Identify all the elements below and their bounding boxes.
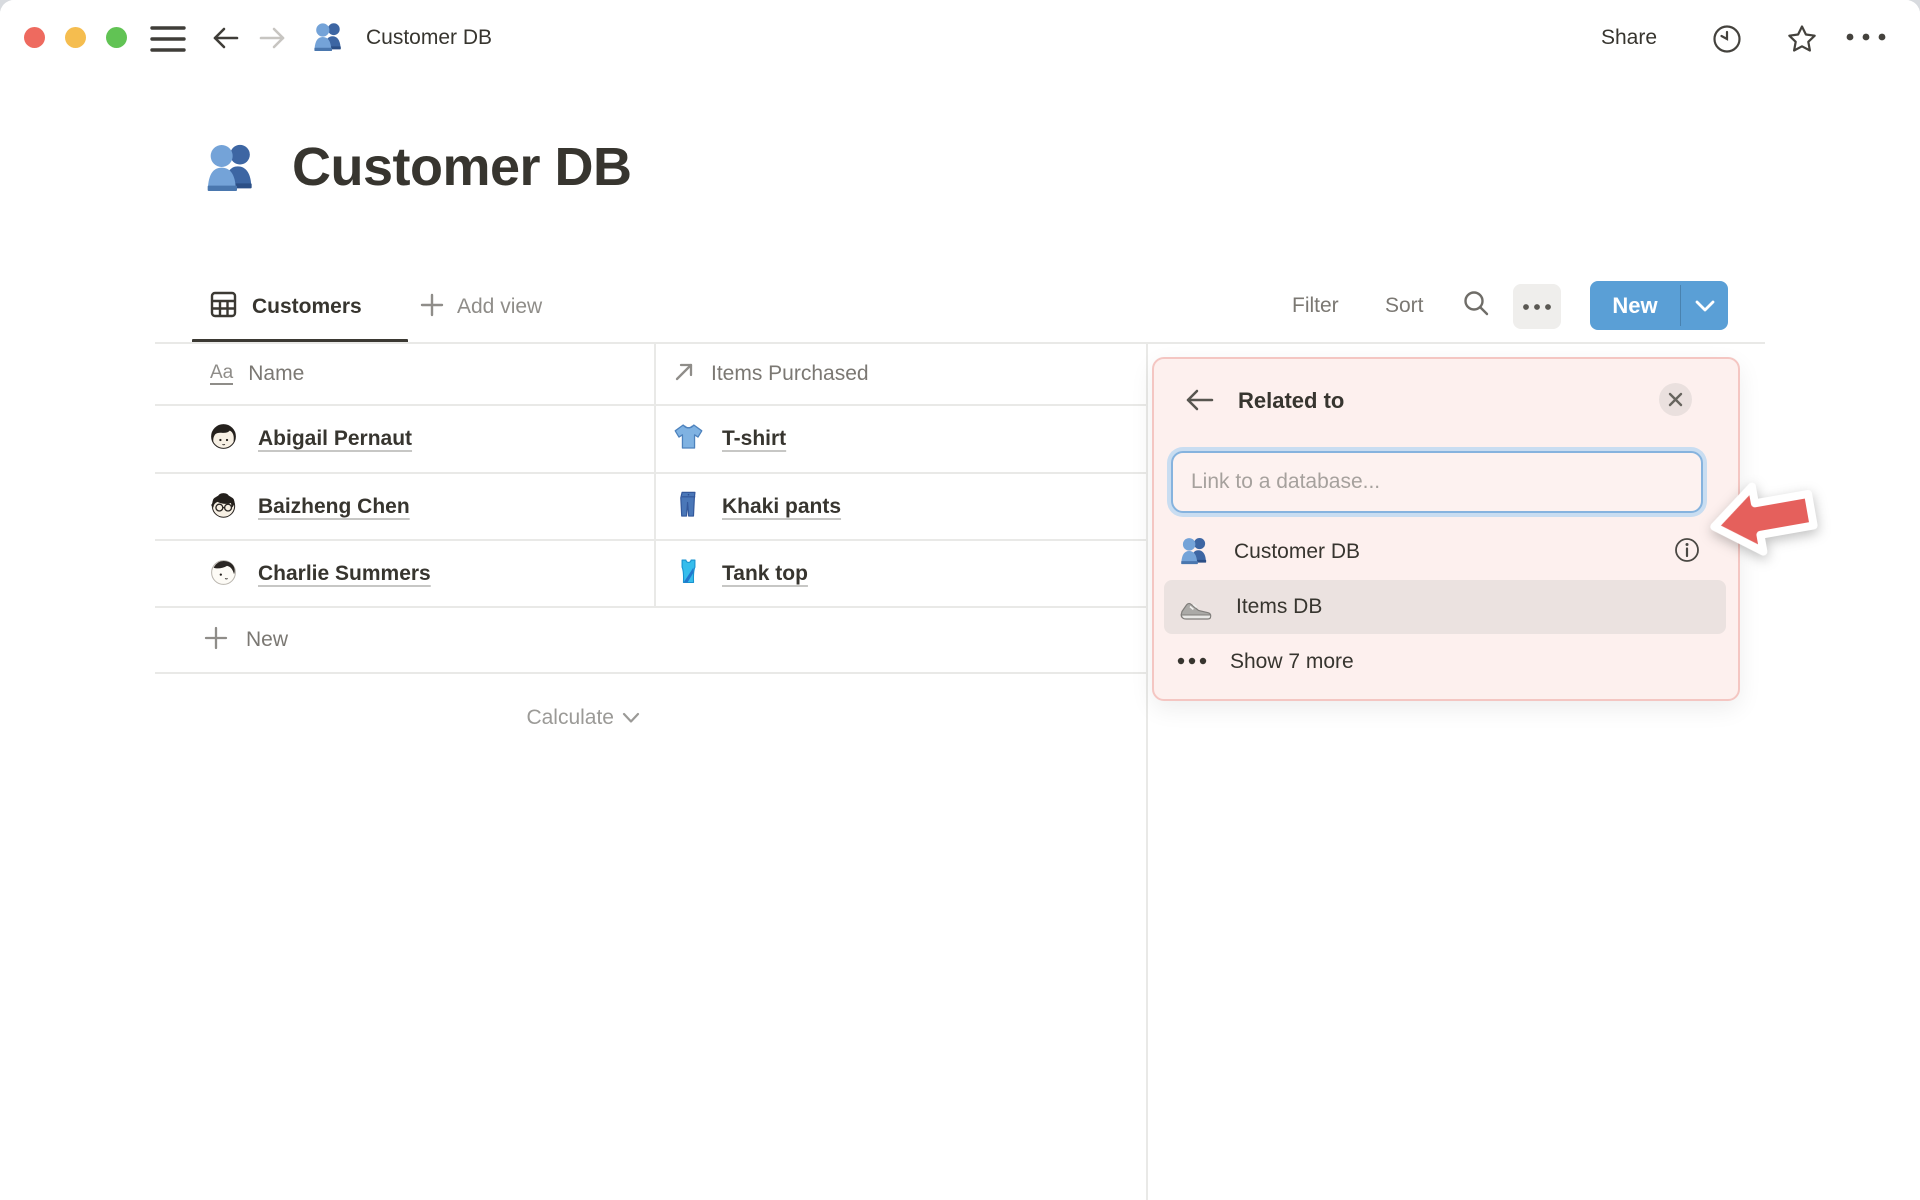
more-options-icon[interactable] <box>1845 32 1887 42</box>
notion-window: Customer DB Share Customer DB Customers … <box>0 0 1920 1200</box>
traffic-zoom-button[interactable] <box>106 27 127 48</box>
breadcrumb-doc-title[interactable]: Customer DB <box>366 26 492 50</box>
title-property-icon: Aa <box>210 362 234 385</box>
add-view-button[interactable]: Add view <box>420 283 542 331</box>
search-icon[interactable] <box>1461 288 1491 318</box>
new-row-button[interactable]: New <box>155 607 1147 673</box>
view-options-button[interactable] <box>1513 284 1561 329</box>
avatar <box>208 556 239 592</box>
new-record-button[interactable]: New <box>1590 281 1728 330</box>
column-header-name[interactable]: Name <box>248 362 304 386</box>
row-border <box>155 672 1147 674</box>
people-icon <box>1178 533 1212 572</box>
back-arrow-icon[interactable] <box>212 24 240 52</box>
table-row[interactable]: Abigail Pernaut T-shirt <box>155 405 1147 473</box>
sort-button[interactable]: Sort <box>1385 294 1424 318</box>
popup-show-more[interactable]: Show 7 more <box>1164 636 1726 688</box>
avatar <box>208 489 239 525</box>
share-button[interactable]: Share <box>1601 26 1657 50</box>
filter-button[interactable]: Filter <box>1292 294 1339 318</box>
items-cell[interactable]: Tank top <box>672 555 808 593</box>
column-header-items[interactable]: Items Purchased <box>672 360 869 389</box>
table-header-row: Aa Name Items Purchased <box>155 343 1147 405</box>
name-cell[interactable]: Abigail Pernaut <box>208 421 412 457</box>
page-icon[interactable] <box>202 136 262 201</box>
tshirt-icon <box>672 420 705 458</box>
page-title[interactable]: Customer DB <box>292 136 632 198</box>
new-button-chevron-icon[interactable] <box>1681 281 1728 330</box>
info-icon[interactable] <box>1674 537 1700 568</box>
traffic-minimize-button[interactable] <box>65 27 86 48</box>
avatar <box>208 421 239 457</box>
popup-close-icon[interactable] <box>1659 383 1692 416</box>
add-view-label: Add view <box>457 295 543 318</box>
new-button-label[interactable]: New <box>1590 281 1680 330</box>
name-cell[interactable]: Baizheng Chen <box>208 489 410 525</box>
tab-customers[interactable]: Customers <box>210 283 362 331</box>
relation-arrow-icon <box>672 360 696 389</box>
link-database-input[interactable] <box>1171 451 1703 513</box>
traffic-close-button[interactable] <box>24 27 45 48</box>
running-shoe-icon <box>1178 587 1214 628</box>
plus-icon <box>204 626 228 655</box>
tanktop-icon <box>672 555 705 593</box>
popup-back-arrow-icon[interactable] <box>1184 386 1216 414</box>
forward-arrow-icon[interactable] <box>258 24 286 52</box>
name-cell[interactable]: Charlie Summers <box>208 556 431 592</box>
history-clock-icon[interactable] <box>1712 24 1742 54</box>
popup-option-items-db[interactable]: Items DB <box>1164 580 1726 634</box>
calculate-button[interactable]: Calculate <box>155 697 654 739</box>
table-row[interactable]: Charlie Summers Tank top <box>155 540 1147 608</box>
table-view-icon <box>210 291 237 323</box>
tab-customers-label: Customers <box>252 295 362 318</box>
titlebar: Customer DB Share <box>0 0 1920 70</box>
jeans-icon <box>672 488 705 526</box>
sidebar-menu-icon[interactable] <box>150 24 186 54</box>
plus-icon <box>420 293 444 322</box>
breadcrumb-doc-icon <box>311 18 347 59</box>
popup-option-customer-db[interactable]: Customer DB <box>1164 525 1726 579</box>
favorite-star-icon[interactable] <box>1786 23 1818 55</box>
ellipsis-icon <box>1176 653 1212 671</box>
items-cell[interactable]: T-shirt <box>672 420 786 458</box>
popup-title: Related to <box>1238 388 1345 413</box>
red-annotation-arrow <box>1699 465 1829 577</box>
chevron-down-icon <box>622 712 640 723</box>
calculate-label: Calculate <box>526 706 614 729</box>
items-cell[interactable]: Khaki pants <box>672 488 841 526</box>
table-row[interactable]: Baizheng Chen Khaki pants <box>155 473 1147 541</box>
